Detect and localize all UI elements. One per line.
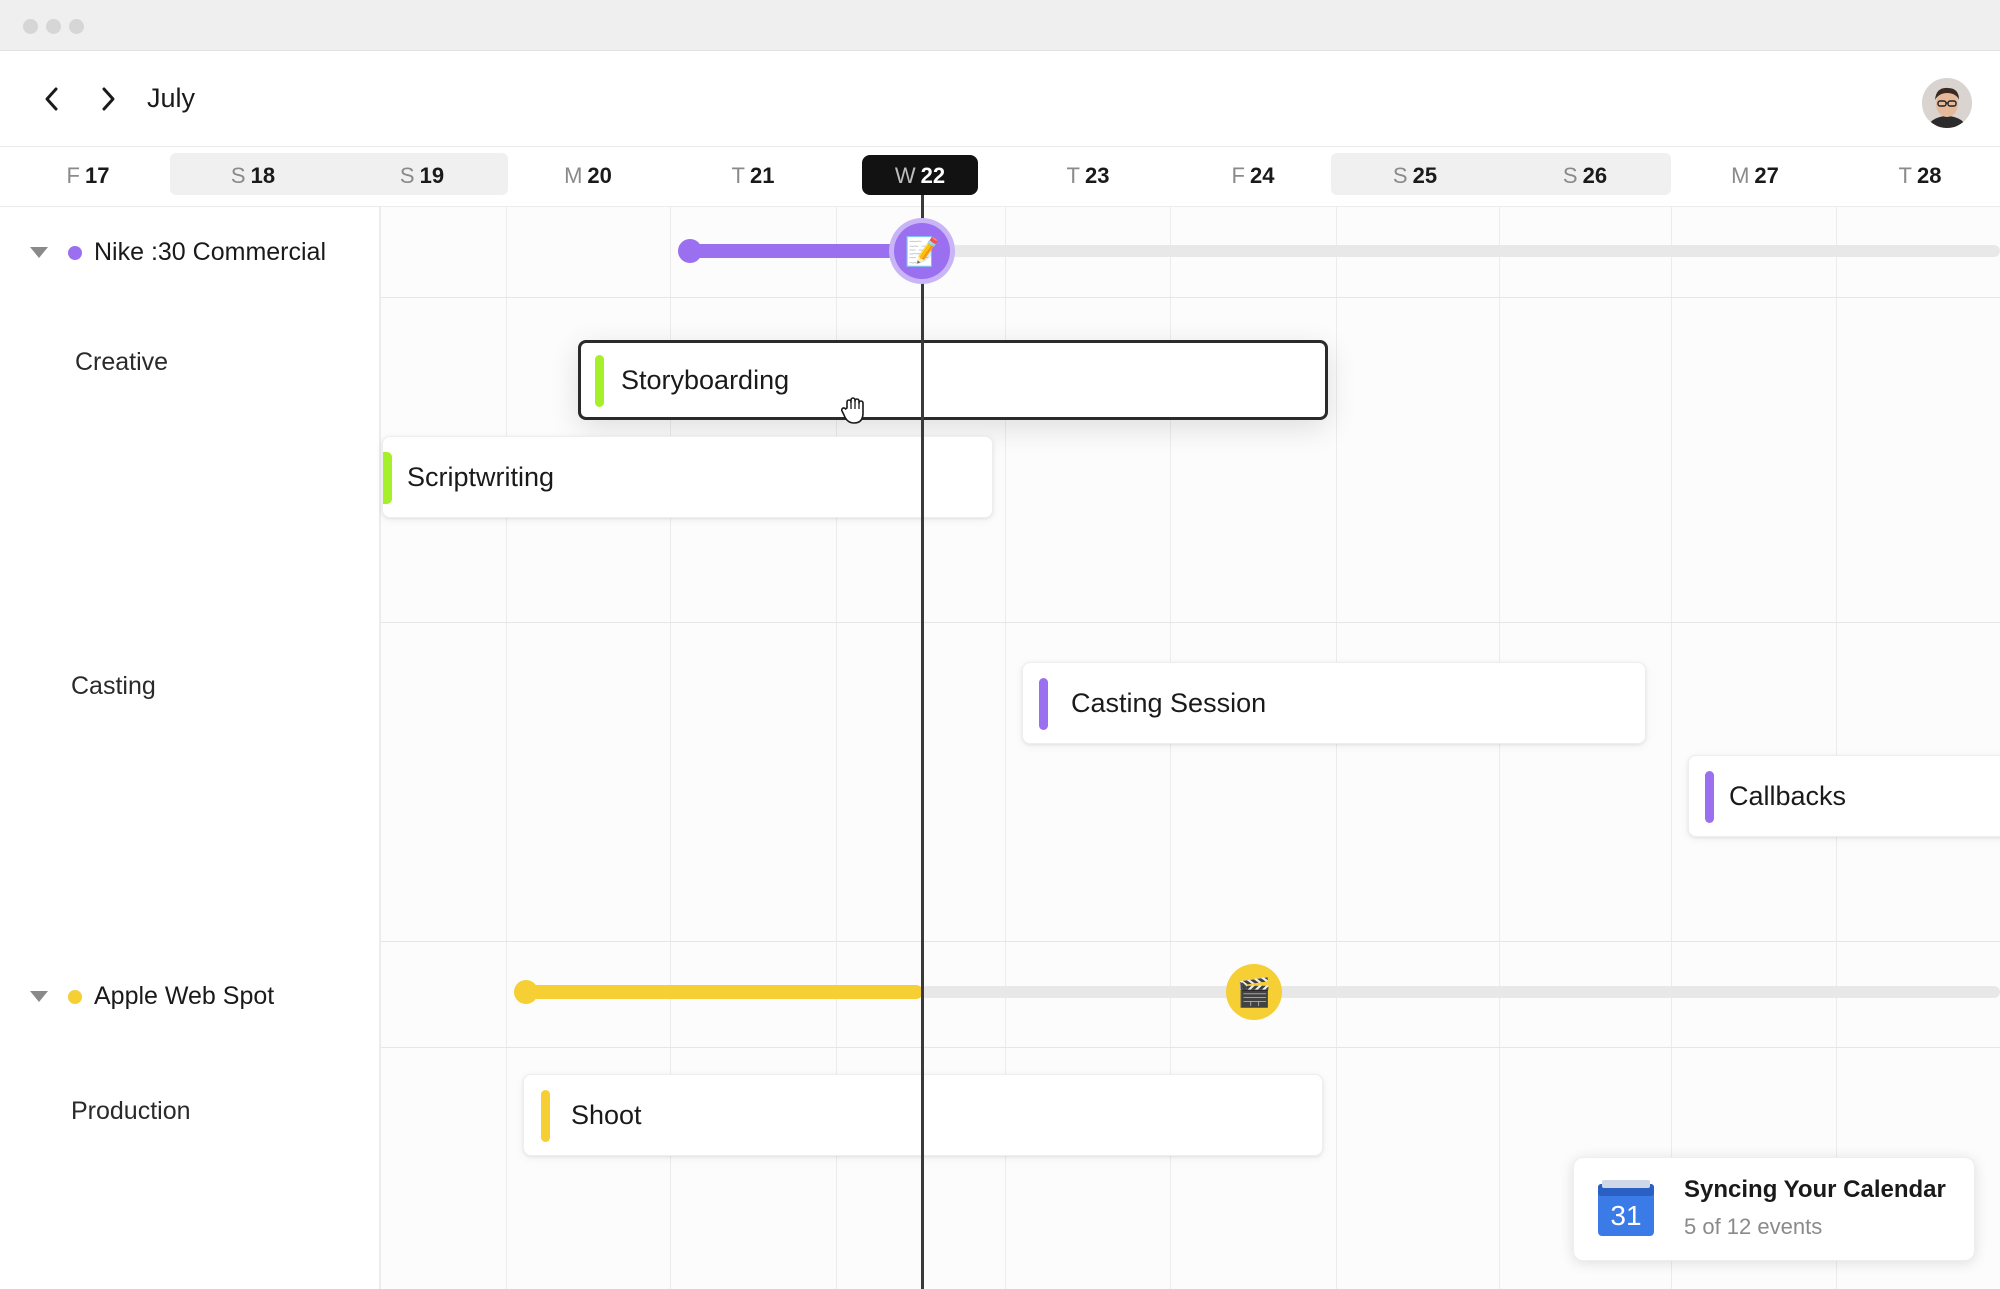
day-column-header[interactable]: T 28: [1850, 163, 1990, 189]
task-label: Storyboarding: [621, 364, 790, 395]
project-color-dot: [68, 989, 82, 1004]
today-indicator-line: [921, 195, 924, 1289]
project-color-dot: [68, 245, 82, 260]
grid-column-line: [1336, 207, 1337, 1289]
next-month-button[interactable]: [90, 81, 126, 117]
day-column-header[interactable]: S 25: [1345, 163, 1485, 189]
day-column-header[interactable]: M 27: [1685, 163, 1825, 189]
day-column-header[interactable]: S 19: [352, 163, 492, 189]
day-column-header[interactable]: T 23: [1018, 163, 1158, 189]
section-label-production: Production: [71, 1097, 191, 1125]
grab-cursor-icon: [840, 397, 864, 424]
section-label-creative: Creative: [75, 348, 169, 376]
toast-title: Syncing Your Calendar: [1684, 1176, 1946, 1203]
project-name: Nike :30 Commercial: [94, 238, 327, 266]
task-card[interactable]: Storyboarding: [578, 340, 1328, 420]
previous-month-button[interactable]: [34, 81, 70, 117]
day-column-header[interactable]: T 21: [683, 163, 823, 189]
project-start-handle[interactable]: [678, 239, 702, 263]
project-track: [920, 986, 2000, 998]
day-column-header[interactable]: F 17: [18, 163, 158, 189]
grid-column-line: [1671, 207, 1672, 1289]
task-card[interactable]: Callbacks: [1688, 755, 2000, 837]
project-row-apple[interactable]: Apple Web Spot: [30, 982, 274, 1011]
project-sidebar: [0, 207, 381, 1289]
user-avatar-icon: [1922, 78, 1972, 128]
collapse-caret-icon[interactable]: [30, 991, 48, 1002]
grid-column-line: [1499, 207, 1500, 1289]
project-progress-bar[interactable]: [525, 985, 923, 999]
grid-column-line: [1836, 207, 1837, 1289]
calendar-toolbar: July: [0, 51, 2000, 147]
chevron-left-icon: [45, 87, 58, 111]
window-minimize-button[interactable]: [46, 19, 61, 34]
project-progress-bar[interactable]: [690, 244, 922, 258]
project-start-handle[interactable]: [514, 980, 538, 1004]
chevron-right-icon: [102, 87, 115, 111]
task-label: Callbacks: [1729, 780, 1847, 811]
user-avatar[interactable]: [1922, 78, 1972, 128]
project-track: [950, 245, 2000, 257]
google-calendar-icon: 31: [1598, 1180, 1654, 1236]
sync-calendar-toast[interactable]: 31 Syncing Your Calendar 5 of 12 events: [1573, 1157, 1975, 1261]
task-label: Scriptwriting: [407, 461, 555, 492]
calendar-day-number: 31: [1610, 1200, 1641, 1231]
day-column-header[interactable]: S 26: [1515, 163, 1655, 189]
day-column-header[interactable]: S 18: [183, 163, 323, 189]
task-card[interactable]: Casting Session: [1022, 662, 1646, 744]
window-titlebar: [0, 0, 2000, 51]
collapse-caret-icon[interactable]: [30, 247, 48, 258]
task-color-bar: [383, 452, 392, 504]
clapperboard-icon[interactable]: 🎬: [1226, 964, 1282, 1020]
project-name: Apple Web Spot: [94, 982, 275, 1010]
current-month-label: July: [147, 83, 196, 113]
window-zoom-button[interactable]: [69, 19, 84, 34]
task-card[interactable]: Scriptwriting: [382, 436, 993, 518]
section-label-casting: Casting: [71, 672, 156, 700]
today-column-header[interactable]: W 22: [862, 155, 978, 195]
task-color-bar: [595, 355, 604, 407]
grid-column-line: [506, 207, 507, 1289]
task-color-bar: [541, 1090, 550, 1142]
memo-icon[interactable]: 📝: [894, 223, 950, 279]
day-column-header[interactable]: F 24: [1183, 163, 1323, 189]
day-column-header[interactable]: M 20: [518, 163, 658, 189]
project-row-nike[interactable]: Nike :30 Commercial: [30, 238, 326, 267]
task-color-bar: [1705, 771, 1714, 823]
toast-subtitle: 5 of 12 events: [1684, 1214, 1823, 1239]
task-label: Casting Session: [1071, 687, 1267, 718]
task-color-bar: [1039, 678, 1048, 730]
day-header-row: F 17 S 18 S 19 M 20 T 21 W 22 T 23 F 24 S 25 S 26 …: [0, 147, 2000, 207]
window-close-button[interactable]: [23, 19, 38, 34]
task-label: Shoot: [571, 1099, 642, 1130]
